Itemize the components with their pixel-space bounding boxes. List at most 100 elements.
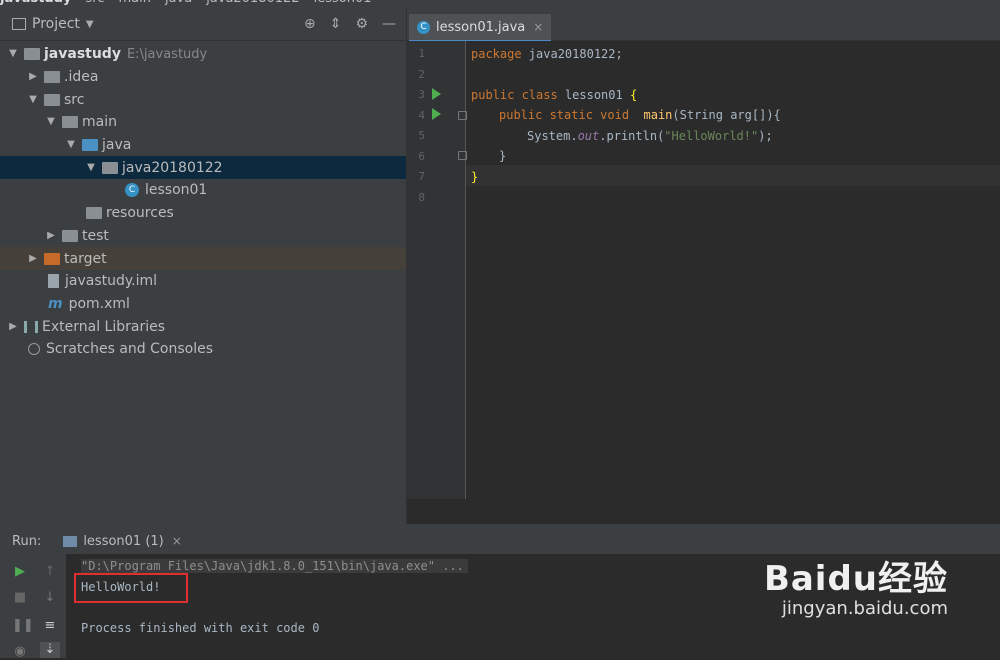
chevron-right-icon[interactable]: ▶: [28, 253, 38, 264]
tree-item-path: E:\javastudy: [126, 46, 208, 62]
class-icon: C: [125, 183, 139, 198]
navigation-bar: javastudy src main java java20180122 les…: [0, 0, 1000, 8]
chevron-down-icon[interactable]: ▼: [86, 162, 96, 173]
console-command-line[interactable]: "D:\Program Files\Java\jdk1.8.0_151\bin\…: [81, 559, 468, 573]
chevron-down-icon[interactable]: ▼: [66, 140, 76, 150]
tree-item-src[interactable]: ▼ src: [0, 88, 406, 111]
run-toolbar: ▶ ■ ❚❚ ◉ ↑ ↓ ≡ ⇣: [0, 554, 66, 659]
tree-item-label: javastudy.iml: [65, 273, 158, 290]
code-line-7: }: [471, 170, 479, 184]
pause-icon[interactable]: ❚❚: [12, 618, 34, 634]
close-icon[interactable]: ×: [172, 534, 182, 548]
tree-item-label: External Libraries: [42, 318, 165, 335]
tree-item-resources[interactable]: resources: [0, 202, 406, 225]
watermark: Baidu经验 jingyan.baidu.com: [764, 551, 948, 619]
run-method-icon[interactable]: [432, 108, 441, 120]
breadcrumb-class[interactable]: lesson01: [314, 0, 372, 6]
breadcrumb-main[interactable]: main: [118, 0, 150, 6]
fold-marker-icon[interactable]: [458, 151, 467, 160]
line-number: 8: [418, 191, 425, 204]
rerun-icon[interactable]: ▶: [12, 564, 28, 580]
tree-item-iml[interactable]: javastudy.iml: [0, 270, 406, 293]
tree-item-external-libraries[interactable]: ▶ External Libraries: [0, 315, 406, 338]
folder-icon: [44, 93, 60, 106]
project-view-selector[interactable]: Project: [32, 16, 80, 32]
close-icon[interactable]: ×: [533, 20, 543, 34]
soft-wrap-icon[interactable]: ≡: [42, 618, 58, 634]
module-folder-icon: [24, 48, 40, 61]
up-arrow-icon[interactable]: ↑: [42, 564, 58, 580]
code-editor[interactable]: 1 2 3 4 5 6 7 8 package java20180122; pu…: [407, 41, 1000, 499]
editor-tab-label: lesson01.java: [436, 19, 526, 35]
tree-item-label: target: [64, 250, 107, 267]
project-view-icon: [12, 18, 26, 30]
code-line-5: System.out.println("HelloWorld!");: [527, 129, 773, 143]
scroll-to-end-icon[interactable]: ⇣: [40, 642, 60, 658]
line-number: 1: [418, 47, 425, 60]
stop-icon[interactable]: ■: [12, 590, 28, 606]
maven-icon: m: [48, 295, 63, 312]
gear-icon[interactable]: ⚙: [355, 16, 368, 32]
tree-item-lesson01[interactable]: C lesson01: [0, 179, 406, 202]
chevron-down-icon[interactable]: ▼: [8, 49, 18, 59]
watermark-logo: Baidu经验: [763, 559, 948, 599]
code-line-6: }: [499, 149, 507, 163]
run-class-icon[interactable]: [432, 88, 441, 100]
tree-item-main[interactable]: ▼ main: [0, 111, 406, 134]
folder-icon: [62, 116, 78, 129]
chevron-right-icon[interactable]: ▶: [46, 230, 56, 241]
project-panel-header: Project ▼ ⊕ ⇕ ⚙ —: [0, 8, 406, 41]
line-number: 2: [418, 68, 425, 81]
tree-item-label: src: [64, 91, 85, 108]
chevron-right-icon[interactable]: ▶: [28, 72, 38, 82]
editor-tab-bar: C lesson01.java ×: [407, 8, 1000, 43]
resources-folder-icon: [86, 207, 102, 220]
project-tree: ▼ javastudy E:\javastudy ▶ .idea ▼ src ▼…: [0, 43, 406, 361]
line-number: 4: [418, 109, 425, 122]
tree-item-pom[interactable]: m pom.xml: [0, 293, 406, 316]
chevron-down-icon[interactable]: ▼: [46, 117, 56, 127]
code-line-3: public class lesson01 {: [471, 88, 638, 102]
package-icon: [102, 161, 118, 174]
tree-item-scratches[interactable]: Scratches and Consoles: [0, 338, 406, 361]
collapse-all-icon[interactable]: ⇕: [330, 16, 342, 32]
hide-panel-icon[interactable]: —: [382, 16, 396, 32]
console-exit-line: Process finished with exit code 0: [81, 621, 320, 635]
run-tab-lesson01[interactable]: lesson01 (1) ×: [63, 534, 182, 549]
tree-item-label: Scratches and Consoles: [46, 341, 213, 358]
code-line-1: package java20180122;: [471, 47, 623, 61]
line-number: 3: [418, 88, 425, 101]
line-number: 7: [418, 170, 425, 183]
chevron-down-icon[interactable]: ▼: [86, 19, 94, 30]
tree-item-label: javastudy: [44, 46, 121, 63]
tree-item-package[interactable]: ▼ java20180122: [0, 156, 406, 180]
editor-tab-lesson01[interactable]: C lesson01.java ×: [409, 14, 552, 43]
breadcrumb-package[interactable]: java20180122: [206, 0, 299, 6]
class-icon: C: [417, 20, 430, 34]
tree-item-target[interactable]: ▶ target: [0, 247, 406, 270]
tree-item-java[interactable]: ▼ java: [0, 134, 406, 157]
current-line-highlight: [466, 165, 1000, 186]
chevron-down-icon[interactable]: ▼: [28, 94, 38, 105]
tree-item-label: resources: [106, 205, 174, 222]
line-number: 6: [418, 150, 425, 163]
tree-item-javastudy[interactable]: ▼ javastudy E:\javastudy: [0, 43, 406, 66]
tree-item-label: main: [82, 114, 117, 131]
tree-item-test[interactable]: ▶ test: [0, 225, 406, 248]
run-panel-title: Run:: [12, 533, 42, 549]
libraries-icon: [24, 320, 38, 333]
tree-item-label: test: [82, 227, 109, 244]
run-tab-label: lesson01 (1): [83, 533, 164, 549]
breadcrumb-project[interactable]: javastudy: [0, 0, 71, 6]
watermark-url: jingyan.baidu.com: [781, 598, 948, 619]
locate-icon[interactable]: ⊕: [304, 16, 316, 32]
down-arrow-icon[interactable]: ↓: [42, 590, 58, 606]
chevron-right-icon[interactable]: ▶: [8, 321, 18, 332]
tree-item-label: java20180122: [122, 159, 223, 176]
breadcrumb-src[interactable]: src: [85, 0, 104, 6]
module-file-icon: [48, 274, 59, 289]
breadcrumb-java[interactable]: java: [165, 0, 192, 6]
tree-item-idea[interactable]: ▶ .idea: [0, 66, 406, 89]
fold-marker-icon[interactable]: [458, 111, 467, 120]
folder-icon: [44, 71, 60, 84]
